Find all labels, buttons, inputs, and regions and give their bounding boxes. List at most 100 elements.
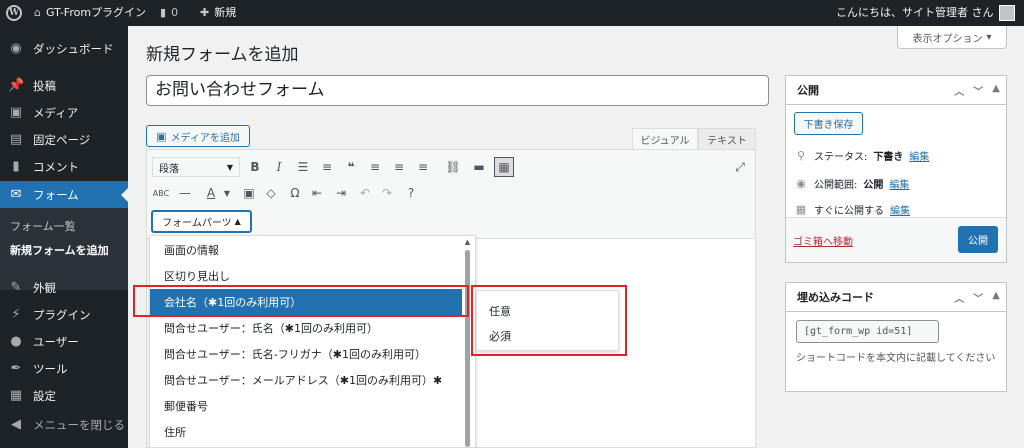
bullet-list-icon[interactable]: ☰ <box>293 157 313 177</box>
status-value: 下書き <box>873 152 904 163</box>
save-draft-button[interactable]: 下書き保存 <box>794 112 863 135</box>
sidebar-collapse-menu[interactable]: ◀ メニューを閉じる <box>0 411 128 438</box>
toggle-arrow-icon[interactable]: ▲ <box>992 83 1000 98</box>
align-right-icon[interactable]: ≡ <box>413 157 433 177</box>
add-media-label: メディアを追加 <box>170 132 240 144</box>
menu-item-postal-code[interactable]: 郵便番号 <box>150 393 462 419</box>
chevron-up-icon[interactable]: ︿ <box>954 83 964 98</box>
sidebar-item-label: ダッシュボード <box>33 41 114 56</box>
brush-icon: ✎ <box>10 280 22 295</box>
sidebar-item-tools[interactable]: ✒ ツール <box>0 355 128 382</box>
publish-box: 公開 ︿ ﹀ ▲ 下書き保存 ⚲ ステータス: 下書き 編集 ◉ 公開範囲: 公… <box>785 75 1007 263</box>
edit-schedule-link[interactable]: 編集 <box>890 202 910 217</box>
form-parts-button[interactable]: フォームパーツ ▲ <box>151 210 252 233</box>
form-parts-menu: 画面の情報 区切り見出し 会社名（✱1回のみ利用可） 問合せユーザー：氏名（✱1… <box>149 235 476 448</box>
new-content-link[interactable]: ✚ 新規 <box>200 0 236 26</box>
pin-icon: 📌 <box>8 78 25 93</box>
sidebar-item-pages[interactable]: ▤ 固定ページ <box>0 126 128 153</box>
redo-icon[interactable]: ↷ <box>377 183 397 203</box>
embed-box-title: 埋め込みコード <box>797 291 874 304</box>
comments-link[interactable]: ▮ 0 <box>160 0 178 26</box>
media-icon: ▣ <box>156 129 167 143</box>
wordpress-logo-icon[interactable]: W <box>6 0 22 26</box>
edit-status-link[interactable]: 編集 <box>909 148 929 163</box>
sidebar-item-comments[interactable]: ▮ コメント <box>0 153 128 180</box>
tab-visual[interactable]: ビジュアル <box>632 128 698 149</box>
indent-icon[interactable]: ⇥ <box>331 183 351 203</box>
align-left-icon[interactable]: ≡ <box>365 157 385 177</box>
add-media-button[interactable]: ▣ メディアを追加 <box>146 125 250 147</box>
caret-down-icon[interactable]: ▼ <box>217 183 237 203</box>
special-character-icon[interactable]: Ω <box>285 183 305 203</box>
menu-scrollbar[interactable]: ▲ <box>464 238 471 447</box>
comment-icon: ▮ <box>160 6 167 19</box>
toggle-arrow-icon[interactable]: ▲ <box>992 290 1000 305</box>
site-name: GT-Fromプラグイン <box>45 6 147 19</box>
media-icon: ▣ <box>9 105 23 120</box>
tab-text[interactable]: テキスト <box>698 128 756 149</box>
dashboard-icon: ◉ <box>10 41 22 56</box>
horizontal-line-icon[interactable]: — <box>175 183 195 203</box>
toolbar-toggle-icon[interactable]: ▦ <box>494 157 514 177</box>
align-center-icon[interactable]: ≡ <box>389 157 409 177</box>
site-name-link[interactable]: ⌂ GT-Fromプラグイン <box>34 0 146 26</box>
sidebar-item-settings[interactable]: ▦ 設定 <box>0 382 128 409</box>
italic-icon[interactable]: I <box>269 157 289 177</box>
help-icon[interactable]: ? <box>401 183 421 203</box>
bold-icon[interactable]: B <box>245 157 265 177</box>
clear-formatting-icon[interactable]: ◇ <box>261 183 281 203</box>
plus-icon: ✚ <box>200 6 210 19</box>
scroll-up-icon[interactable]: ▲ <box>464 238 471 246</box>
schedule-row: ▦ すぐに公開する 編集 <box>794 202 910 217</box>
outdent-icon[interactable]: ⇤ <box>307 183 327 203</box>
home-icon: ⌂ <box>34 6 41 19</box>
sidebar-item-plugins[interactable]: ⚡ プラグイン <box>0 301 128 328</box>
sidebar-item-users[interactable]: ● ユーザー <box>0 328 128 355</box>
sidebar-item-forms[interactable]: ✉ フォーム <box>0 181 128 208</box>
eye-icon: ◉ <box>796 177 806 190</box>
submenu-add-new-form[interactable]: 新規フォームを追加 <box>10 242 109 258</box>
sidebar-item-label: 投稿 <box>33 78 56 93</box>
scrollbar-thumb[interactable] <box>465 250 470 447</box>
menu-item-screen-info[interactable]: 画面の情報 <box>150 237 462 263</box>
page-icon: ▤ <box>9 132 23 147</box>
format-select[interactable]: 段落 ▼ <box>152 157 240 177</box>
link-icon[interactable]: ⛓ <box>443 157 463 177</box>
sidebar-item-dashboard[interactable]: ◉ ダッシュボード <box>0 35 128 62</box>
collapse-icon: ◀ <box>11 417 21 432</box>
screen-options-button[interactable]: 表示オプション ▾ <box>897 26 1007 49</box>
form-title-input[interactable]: お問い合わせフォーム <box>146 75 769 106</box>
paste-text-icon[interactable]: ▣ <box>239 183 259 203</box>
sidebar-item-appearance[interactable]: ✎ 外観 <box>0 274 128 301</box>
edit-visibility-link[interactable]: 編集 <box>889 176 909 191</box>
sidebar-item-posts[interactable]: 📌 投稿 <box>0 72 128 99</box>
undo-icon[interactable]: ↶ <box>355 183 375 203</box>
caret-down-icon: ▾ <box>986 31 992 43</box>
numbered-list-icon[interactable]: ≡ <box>317 157 337 177</box>
chevron-up-icon[interactable]: ︿ <box>954 290 964 305</box>
pin-icon: ⚲ <box>796 149 806 162</box>
move-to-trash-link[interactable]: ゴミ箱へ移動 <box>793 233 853 248</box>
menu-item-user-email[interactable]: 問合せユーザー：メールアドレス（✱1回のみ利用可）✱ <box>150 367 462 393</box>
avatar <box>998 5 1015 21</box>
blockquote-icon[interactable]: ❝ <box>341 157 361 177</box>
publish-button[interactable]: 公開 <box>958 226 998 253</box>
menu-item-user-name[interactable]: 問合せユーザー：氏名（✱1回のみ利用可） <box>150 315 462 341</box>
sidebar-item-label: メニューを閉じる <box>33 417 125 432</box>
strikethrough-icon[interactable]: ABC <box>151 183 171 203</box>
new-label: 新規 <box>214 6 237 19</box>
chevron-down-icon[interactable]: ﹀ <box>973 83 983 98</box>
account-menu[interactable]: こんにちは、サイト管理者 さん <box>836 0 1015 26</box>
highlight-frame <box>471 285 627 356</box>
read-more-icon[interactable]: ▬ <box>469 157 489 177</box>
shortcode-field[interactable]: [gt_form_wp id=51] <box>796 320 939 343</box>
publish-box-header: 公開 ︿ ﹀ ▲ <box>786 76 1006 105</box>
menu-item-address[interactable]: 住所 <box>150 419 462 445</box>
menu-item-user-name-kana[interactable]: 問合せユーザー：氏名-フリガナ（✱1回のみ利用可） <box>150 341 462 367</box>
highlight-frame <box>133 285 469 317</box>
submenu-form-list[interactable]: フォーム一覧 <box>10 218 76 234</box>
fullscreen-icon[interactable]: ⤢ <box>730 157 750 177</box>
sidebar-item-media[interactable]: ▣ メディア <box>0 99 128 126</box>
comments-count: 0 <box>171 6 179 19</box>
chevron-down-icon[interactable]: ﹀ <box>973 290 983 305</box>
